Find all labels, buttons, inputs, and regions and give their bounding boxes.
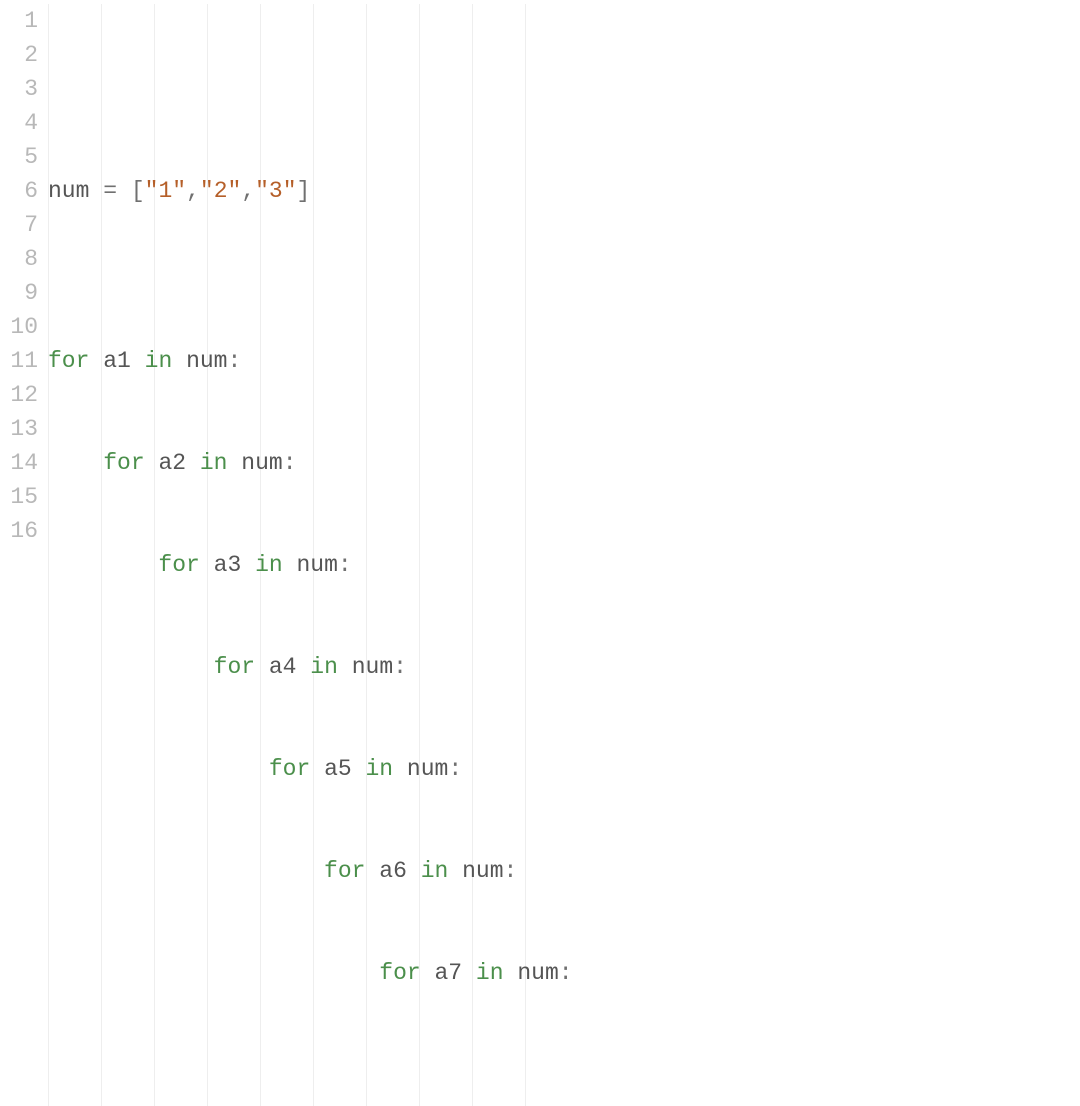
code-line: for a4 in num: <box>48 650 1080 684</box>
code-line: for a6 in num: <box>48 854 1080 888</box>
line-number: 15 <box>0 480 38 514</box>
line-number: 1 <box>0 4 38 38</box>
line-number: 2 <box>0 38 38 72</box>
code-line: for a3 in num: <box>48 548 1080 582</box>
code-editor: 1 2 3 4 5 6 7 8 9 10 11 12 13 14 15 16 n… <box>0 0 1080 1106</box>
line-number: 7 <box>0 208 38 242</box>
line-number: 3 <box>0 72 38 106</box>
code-line: for a1 in num: <box>48 344 1080 378</box>
code-line: for a7 in num: <box>48 956 1080 990</box>
line-number: 14 <box>0 446 38 480</box>
line-number: 10 <box>0 310 38 344</box>
line-number: 5 <box>0 140 38 174</box>
code-line: for a5 in num: <box>48 752 1080 786</box>
code-line: num = ["1","2","3"] <box>48 174 1080 208</box>
code-line: for a2 in num: <box>48 446 1080 480</box>
line-number-gutter: 1 2 3 4 5 6 7 8 9 10 11 12 13 14 15 16 <box>0 4 48 1106</box>
line-number: 13 <box>0 412 38 446</box>
line-number: 9 <box>0 276 38 310</box>
code-area: num = ["1","2","3"] for a1 in num: for a… <box>48 4 1080 1106</box>
line-number: 6 <box>0 174 38 208</box>
line-number: 12 <box>0 378 38 412</box>
line-number: 4 <box>0 106 38 140</box>
line-number: 11 <box>0 344 38 378</box>
line-number: 16 <box>0 514 38 548</box>
line-number: 8 <box>0 242 38 276</box>
